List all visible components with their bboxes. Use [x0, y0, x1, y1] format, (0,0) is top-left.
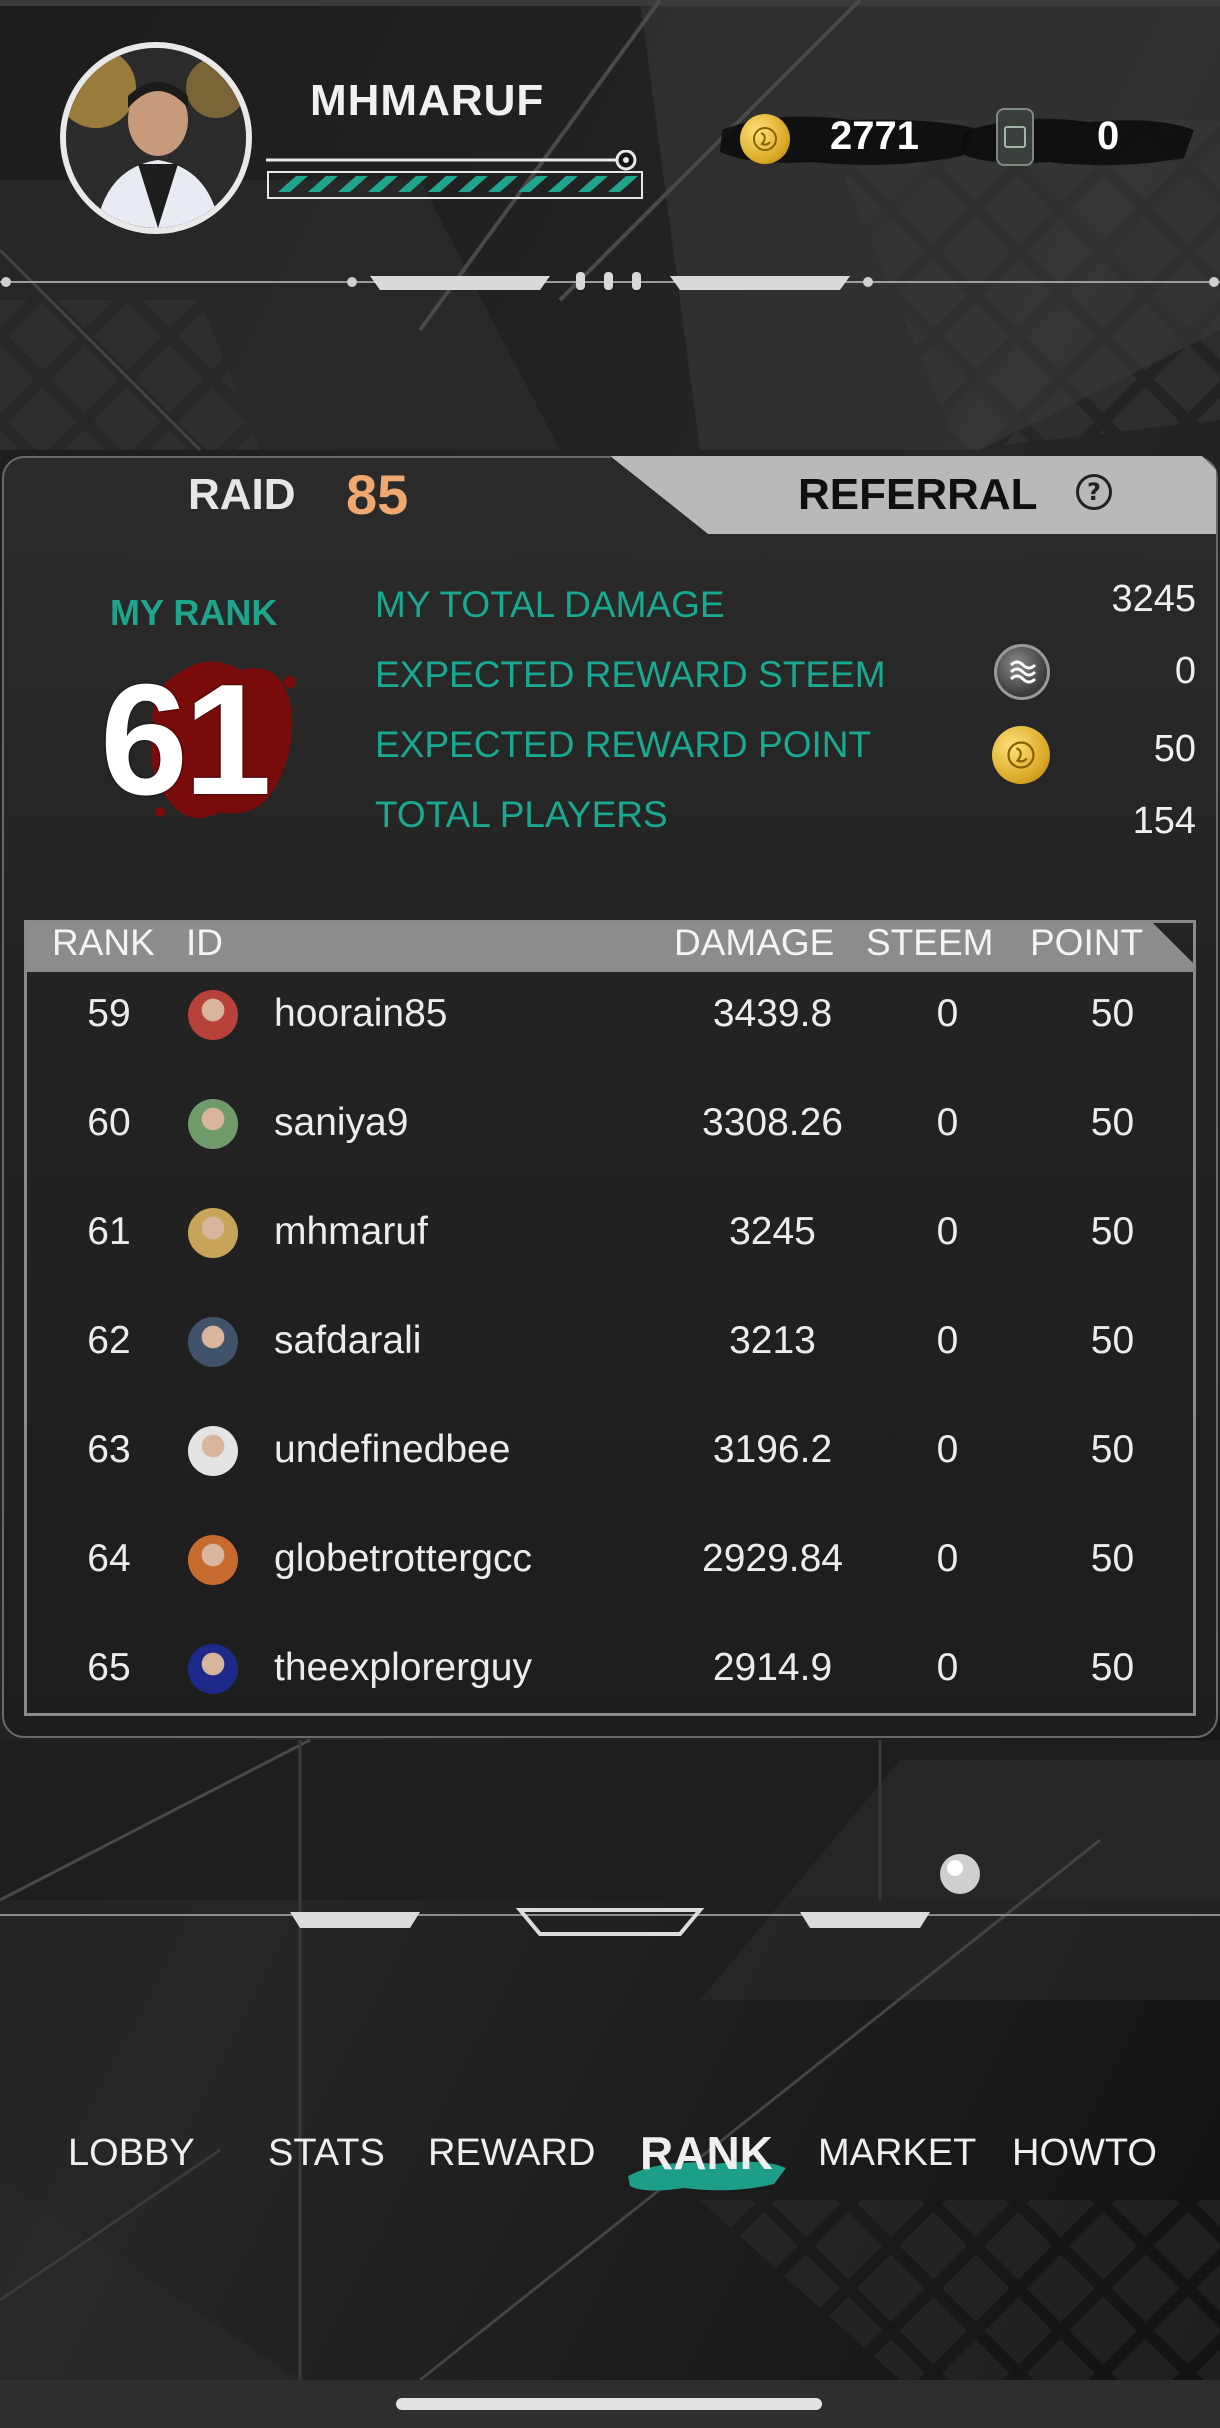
- user-avatar: [188, 1644, 238, 1694]
- coin-balance: 2771: [830, 114, 919, 158]
- tab-raid[interactable]: RAID: [188, 470, 296, 520]
- table-row[interactable]: 59 hoorain85 3439.8 0 50: [0, 960, 1220, 1068]
- nav-rank[interactable]: RANK: [640, 2126, 773, 2180]
- user-avatar: [188, 1208, 238, 1258]
- table-row[interactable]: 62 safdarali 3213 0 50: [0, 1287, 1220, 1395]
- column-header-rank: RANK: [52, 922, 155, 963]
- row-point: 50: [1090, 1101, 1135, 1144]
- row-damage: 3213: [729, 1319, 816, 1362]
- column-header-id: ID: [186, 922, 223, 963]
- table-row[interactable]: 61 mhmaruf 3245 0 50: [0, 1178, 1220, 1286]
- user-avatar: [188, 1426, 238, 1476]
- row-point: 50: [1090, 1646, 1135, 1689]
- raid-count: 85: [346, 463, 409, 526]
- row-damage: 2914.9: [712, 1646, 833, 1689]
- experience-bar: [266, 150, 643, 199]
- nav-lobby[interactable]: LOBBY: [68, 2132, 195, 2175]
- row-steem: 0: [936, 1210, 959, 1253]
- stat-label-total-players: TOTAL PLAYERS: [375, 794, 668, 835]
- row-steem: 0: [936, 1428, 959, 1471]
- row-steem: 0: [936, 1101, 959, 1144]
- row-id: safdarali: [274, 1319, 422, 1362]
- nav-howto[interactable]: HOWTO: [1012, 2132, 1157, 2175]
- row-point: 50: [1090, 1428, 1135, 1471]
- row-id: undefinedbee: [274, 1428, 511, 1471]
- user-avatar: [188, 1317, 238, 1367]
- user-avatar: [188, 990, 238, 1040]
- row-damage: 3245: [729, 1210, 816, 1253]
- row-id: mhmaruf: [274, 1210, 428, 1253]
- nav-market[interactable]: MARKET: [818, 2132, 976, 2175]
- row-steem: 0: [936, 1646, 959, 1689]
- row-point: 50: [1090, 1319, 1135, 1362]
- row-steem: 0: [936, 1537, 959, 1580]
- row-steem: 0: [936, 992, 959, 1035]
- row-point: 50: [1090, 1537, 1135, 1580]
- home-indicator[interactable]: [396, 2398, 822, 2410]
- stat-value-total-damage: 3245: [1111, 578, 1196, 620]
- row-id: hoorain85: [274, 992, 448, 1035]
- my-rank-value: 61: [100, 652, 272, 828]
- user-avatar: [188, 1099, 238, 1149]
- row-point: 50: [1090, 1210, 1135, 1253]
- row-rank: 65: [87, 1646, 131, 1689]
- row-rank: 61: [87, 1210, 131, 1253]
- tab-referral[interactable]: REFERRAL: [798, 470, 1038, 520]
- row-point: 50: [1090, 992, 1135, 1035]
- table-row[interactable]: 65 theexplorerguy 2914.9 0 50: [0, 1614, 1220, 1722]
- row-rank: 63: [87, 1428, 131, 1471]
- nav-reward[interactable]: REWARD: [428, 2132, 595, 2175]
- user-avatar: [188, 1535, 238, 1585]
- row-id: theexplorerguy: [274, 1646, 532, 1689]
- ticket-brush-bg: [962, 118, 1194, 166]
- username: MHMARUF: [310, 76, 545, 125]
- coin-icon: [740, 114, 790, 164]
- row-rank: 64: [87, 1537, 131, 1580]
- row-damage: 3439.8: [712, 992, 833, 1035]
- stat-label-expected-steem: EXPECTED REWARD STEEM: [375, 654, 886, 695]
- ticket-icon: [996, 108, 1034, 166]
- column-header-damage: DAMAGE: [674, 922, 835, 963]
- stat-value-expected-steem: 0: [1174, 650, 1196, 692]
- row-damage: 3308.26: [702, 1101, 843, 1144]
- table-row[interactable]: 60 saniya9 3308.26 0 50: [0, 1069, 1220, 1177]
- row-id: globetrottergcc: [274, 1537, 532, 1580]
- row-id: saniya9: [274, 1101, 409, 1144]
- row-rank: 60: [87, 1101, 131, 1144]
- profile-avatar[interactable]: [60, 42, 252, 234]
- stat-value-expected-point: 50: [1153, 728, 1196, 770]
- stat-label-total-damage: MY TOTAL DAMAGE: [375, 584, 725, 625]
- help-icon[interactable]: ?: [1076, 474, 1112, 510]
- table-row[interactable]: 63 undefinedbee 3196.2 0 50: [0, 1396, 1220, 1504]
- nav-stats[interactable]: STATS: [268, 2132, 385, 2175]
- ticket-balance: 0: [1097, 114, 1120, 158]
- column-header-steem: STEEM: [866, 922, 994, 963]
- row-damage: 3196.2: [712, 1428, 833, 1471]
- stat-label-expected-point: EXPECTED REWARD POINT: [375, 724, 872, 765]
- row-rank: 62: [87, 1319, 131, 1362]
- row-damage: 2929.84: [702, 1537, 843, 1580]
- row-rank: 59: [87, 992, 131, 1035]
- row-steem: 0: [936, 1319, 959, 1362]
- stat-value-total-players: 154: [1132, 800, 1196, 842]
- column-header-point: POINT: [1030, 922, 1144, 963]
- my-rank-label: MY RANK: [110, 592, 278, 633]
- table-row[interactable]: 64 globetrottergcc 2929.84 0 50: [0, 1505, 1220, 1613]
